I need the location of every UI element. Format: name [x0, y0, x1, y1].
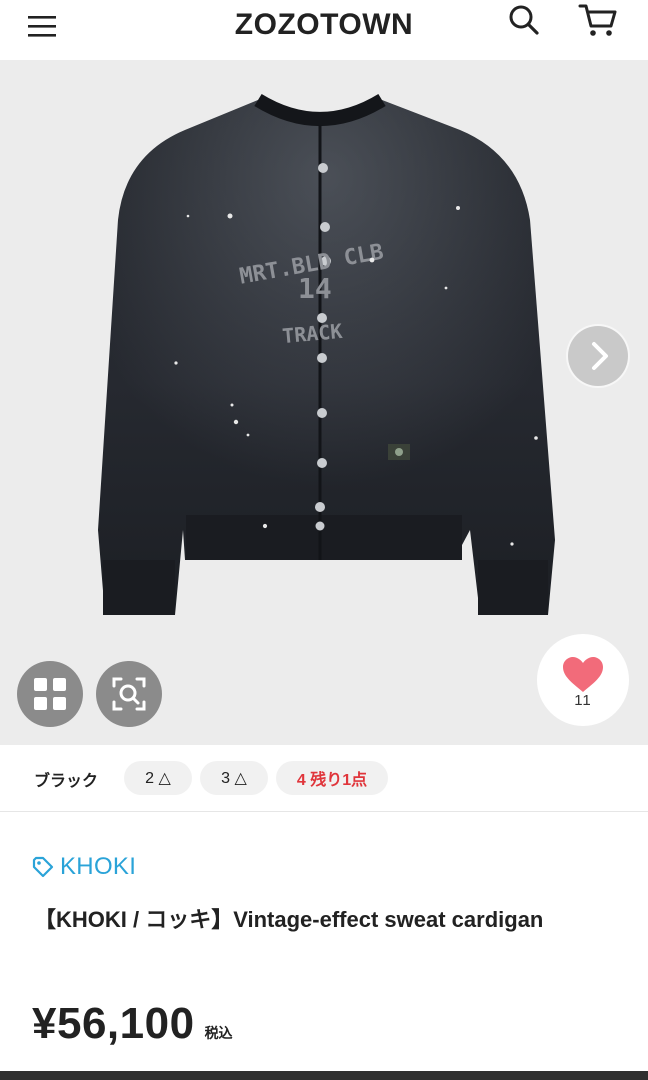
grid-icon: [34, 678, 66, 710]
favorite-button[interactable]: 11: [537, 634, 629, 726]
size-option-low-stock[interactable]: 4 残り1点: [276, 761, 388, 795]
zoom-scan-icon: [112, 677, 146, 711]
product-info: KHOKI 【KHOKI / コッキ】Vintage-effect sweat …: [0, 813, 648, 1071]
size-option[interactable]: 2 △: [124, 761, 192, 795]
product-gallery[interactable]: MRT.BLD CLB 14 TRACK 11: [0, 60, 648, 745]
price: ¥56,100: [32, 999, 195, 1048]
tag-icon: [32, 856, 54, 878]
zoom-button[interactable]: [96, 661, 162, 727]
logo-text: ZOZOTOWN: [234, 8, 414, 41]
bottom-bar: [0, 1071, 648, 1080]
tax-label: 税込: [204, 1025, 233, 1041]
site-logo[interactable]: ZOZOTOWN: [0, 0, 648, 41]
thumbnail-grid-button[interactable]: [17, 661, 83, 727]
product-title: 【KHOKI / コッキ】Vintage-effect sweat cardig…: [34, 907, 544, 932]
favorite-count: 11: [574, 692, 592, 709]
variant-row: ブラック 2 △ 3 △ 4 残り1点: [0, 745, 648, 812]
next-image-button[interactable]: [566, 324, 630, 388]
top-header: ZOZOTOWN: [0, 0, 648, 60]
brand-link[interactable]: KHOKI: [32, 853, 136, 881]
chevron-right-icon: [592, 342, 608, 370]
search-icon: [509, 5, 539, 35]
price-row: ¥56,100 税込: [32, 999, 233, 1049]
product-image: MRT.BLD CLB 14 TRACK: [98, 93, 555, 615]
size-option[interactable]: 3 △: [200, 761, 268, 795]
print-number: 14: [298, 272, 332, 305]
search-button[interactable]: [502, 0, 546, 40]
cart-icon: [578, 4, 617, 36]
cart-button[interactable]: [574, 0, 622, 40]
brand-name: KHOKI: [60, 853, 137, 880]
color-label: ブラック: [34, 773, 99, 790]
